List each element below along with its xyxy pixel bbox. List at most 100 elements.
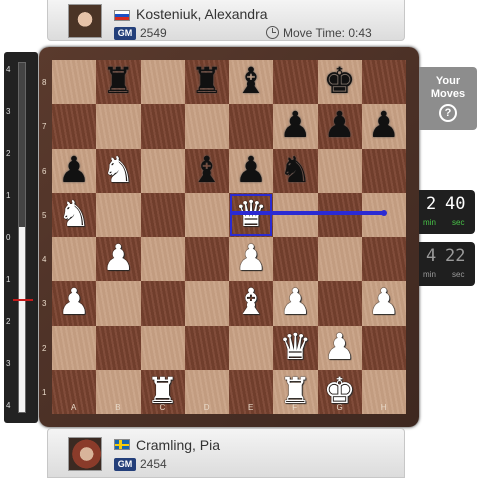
- square-d7[interactable]: [184, 104, 229, 149]
- player-name: Kosteniuk, Alexandra: [136, 6, 268, 22]
- square-b7[interactable]: [96, 104, 141, 149]
- black-bishop-d6[interactable]: ♝: [185, 149, 229, 193]
- help-icon: ?: [439, 104, 457, 122]
- clock-seconds: 40: [445, 194, 466, 214]
- black-pawn-g7[interactable]: ♟: [318, 104, 362, 148]
- eval-tick: 0: [6, 233, 11, 242]
- player-rating: 2454: [140, 457, 167, 471]
- square-h4[interactable]: [361, 237, 406, 282]
- file-label: H: [380, 403, 387, 412]
- clock-seconds: 22: [445, 246, 466, 266]
- square-c2[interactable]: [140, 325, 185, 370]
- clock-minutes: 4: [426, 246, 437, 266]
- square-g3[interactable]: [317, 281, 362, 326]
- square-h8[interactable]: [361, 60, 406, 105]
- move-time-label: Move Time: 0:43: [283, 26, 372, 40]
- white-pawn-h3[interactable]: ♟: [362, 281, 406, 325]
- white-knight-a5[interactable]: ♞: [52, 193, 96, 237]
- white-rook-c1[interactable]: ♜: [141, 370, 185, 414]
- square-c7[interactable]: [140, 104, 185, 149]
- square-d5[interactable]: [184, 192, 229, 237]
- eval-tick: 3: [6, 359, 11, 368]
- square-b3[interactable]: [96, 281, 141, 326]
- black-king-g8[interactable]: ♚: [318, 60, 362, 104]
- move-arrow: [232, 210, 387, 216]
- white-pawn-e4[interactable]: ♟: [229, 237, 273, 281]
- top-player-panel: Kosteniuk, Alexandra GM 2549 Move Time: …: [47, 0, 405, 41]
- move-time: Move Time: 0:43: [266, 26, 372, 40]
- square-a8[interactable]: [52, 60, 97, 105]
- file-label: D: [203, 403, 210, 412]
- square-a7[interactable]: [52, 104, 97, 149]
- black-bishop-e8[interactable]: ♝: [229, 60, 273, 104]
- eval-tick: 1: [6, 275, 11, 284]
- square-b2[interactable]: [96, 325, 141, 370]
- clock-sec-label: sec: [452, 270, 465, 279]
- board-frame: ABCDEFGH87654321♜♜♝♚♟♟♟♟♞♝♟♞♞♛♟♟♟♝♟♟♛♟♜♜…: [39, 47, 419, 427]
- your-moves-button[interactable]: Your Moves ?: [419, 67, 477, 130]
- square-g6[interactable]: [317, 148, 362, 193]
- evaluation-bar: 4 3 2 1 0 1 2 3 4: [4, 52, 38, 423]
- title-badge: GM: [114, 458, 136, 471]
- black-rook-b8[interactable]: ♜: [96, 60, 140, 104]
- square-a2[interactable]: [52, 325, 97, 370]
- square-h6[interactable]: [361, 148, 406, 193]
- top-clock: 2 40 min sec: [419, 190, 475, 234]
- player-rating: 2549: [140, 26, 167, 40]
- square-c5[interactable]: [140, 192, 185, 237]
- eval-tick: 2: [6, 317, 11, 326]
- your-moves-label: Your Moves: [430, 75, 466, 100]
- square-c6[interactable]: [140, 148, 185, 193]
- flag-icon: [114, 10, 130, 21]
- square-c8[interactable]: [140, 60, 185, 105]
- white-queen-f2[interactable]: ♛: [273, 326, 317, 370]
- clock-sec-label: sec: [452, 218, 465, 227]
- square-h2[interactable]: [361, 325, 406, 370]
- white-pawn-f3[interactable]: ♟: [273, 281, 317, 325]
- black-pawn-h7[interactable]: ♟: [362, 104, 406, 148]
- rank-label: 3: [42, 299, 47, 309]
- square-d4[interactable]: [184, 237, 229, 282]
- square-d3[interactable]: [184, 281, 229, 326]
- rank-label: 4: [42, 255, 47, 264]
- eval-tick: 4: [6, 401, 11, 410]
- eval-tick: 1: [6, 191, 11, 200]
- square-e2[interactable]: [229, 325, 274, 370]
- evaluation-fill: [19, 227, 25, 412]
- white-rook-f1[interactable]: ♜: [273, 370, 317, 414]
- square-d2[interactable]: [184, 325, 229, 370]
- clock-min-label: min: [423, 270, 436, 279]
- white-bishop-e3[interactable]: ♝: [229, 281, 273, 325]
- eval-tick: 2: [6, 149, 11, 158]
- square-g4[interactable]: [317, 237, 362, 282]
- black-pawn-e6[interactable]: ♟: [229, 149, 273, 193]
- square-f4[interactable]: [273, 237, 318, 282]
- white-pawn-g2[interactable]: ♟: [318, 326, 362, 370]
- avatar: [68, 437, 102, 471]
- white-king-g1[interactable]: ♚: [318, 370, 362, 414]
- black-pawn-a6[interactable]: ♟: [52, 149, 96, 193]
- square-a4[interactable]: [52, 237, 97, 282]
- rank-label: 2: [42, 343, 47, 353]
- black-knight-f6[interactable]: ♞: [273, 149, 317, 193]
- rank-label: 6: [42, 166, 47, 176]
- square-c3[interactable]: [140, 281, 185, 326]
- white-knight-b6[interactable]: ♞: [96, 149, 140, 193]
- rank-label: 8: [42, 78, 47, 87]
- square-c4[interactable]: [140, 237, 185, 282]
- file-label: A: [71, 403, 77, 412]
- square-e7[interactable]: [229, 104, 274, 149]
- black-rook-d8[interactable]: ♜: [185, 60, 229, 104]
- evaluation-zero-marker: [13, 299, 33, 301]
- white-pawn-a3[interactable]: ♟: [52, 281, 96, 325]
- square-f8[interactable]: [273, 60, 318, 105]
- black-pawn-f7[interactable]: ♟: [273, 104, 317, 148]
- player-name: Cramling, Pia: [136, 437, 221, 453]
- eval-tick: 3: [6, 107, 11, 116]
- white-pawn-b4[interactable]: ♟: [96, 237, 140, 281]
- rank-label: 5: [42, 210, 47, 220]
- clock-minutes: 2: [426, 194, 437, 214]
- square-b5[interactable]: [96, 192, 141, 237]
- avatar: [68, 4, 102, 38]
- chess-board[interactable]: ABCDEFGH87654321♜♜♝♚♟♟♟♟♞♝♟♞♞♛♟♟♟♝♟♟♛♟♜♜…: [42, 60, 406, 414]
